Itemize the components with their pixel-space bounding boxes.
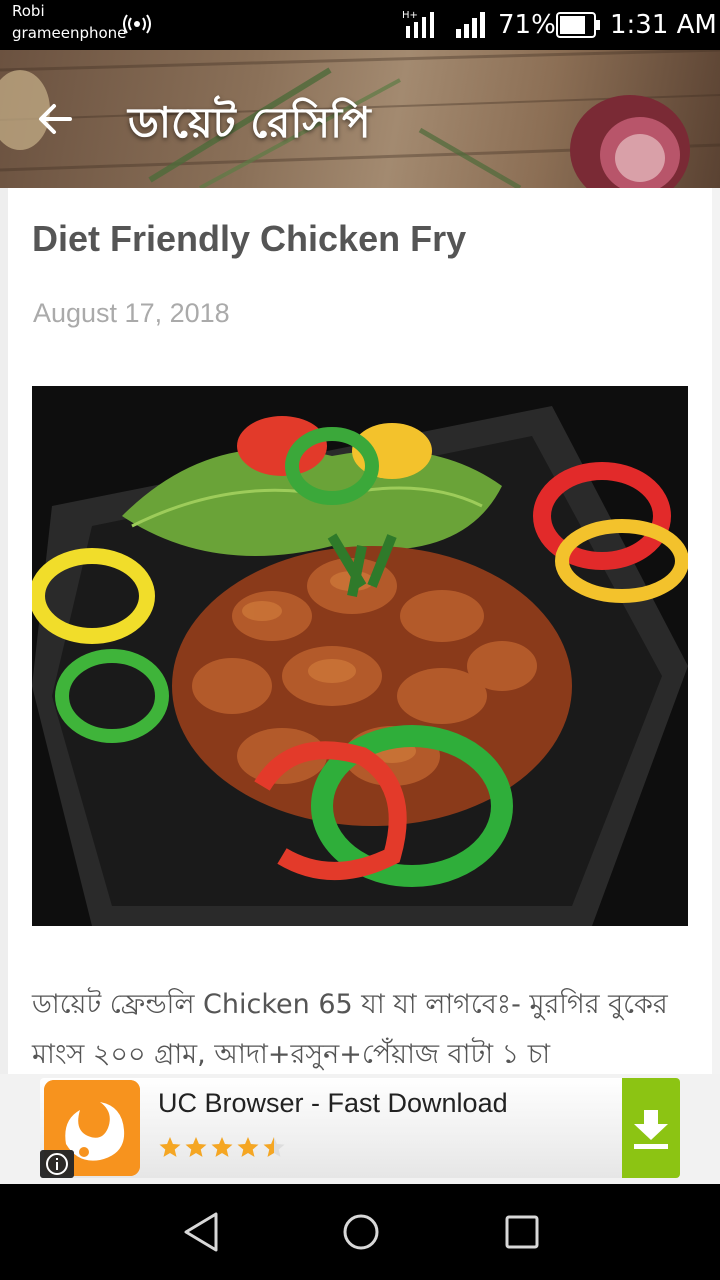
ad-title[interactable]: UC Browser - Fast Download xyxy=(158,1088,508,1119)
star-icon xyxy=(159,1137,181,1157)
left-edge xyxy=(0,188,8,1074)
post-body-text: ডায়েট ফ্রেন্ডলি Chicken 65 যা যা লাগবেঃ… xyxy=(32,989,668,1070)
post-content[interactable]: Diet Friendly Chicken Fry August 17, 201… xyxy=(0,188,720,1074)
back-arrow-icon[interactable] xyxy=(30,94,80,144)
download-icon xyxy=(634,1110,668,1149)
chicken-fry-photo[interactable] xyxy=(32,386,688,926)
system-nav-bar xyxy=(0,1184,720,1280)
star-icon xyxy=(185,1137,207,1157)
star-icon xyxy=(237,1137,259,1157)
ad-banner[interactable]: UC Browser - Fast Download xyxy=(0,1074,720,1184)
status-bar: Robi grameenphone H+ 71% 1:31 AM xyxy=(0,0,720,50)
battery-icon xyxy=(556,12,600,38)
circle-home-icon[interactable] xyxy=(340,1210,382,1254)
post-title: Diet Friendly Chicken Fry xyxy=(32,218,467,259)
info-icon[interactable] xyxy=(40,1150,74,1178)
photo-illustration xyxy=(32,386,688,926)
hotspot-icon xyxy=(123,14,151,34)
battery-percent: 71% xyxy=(498,10,556,40)
star-icon xyxy=(211,1137,233,1157)
download-button[interactable] xyxy=(622,1078,680,1178)
clock: 1:31 AM xyxy=(610,10,717,40)
post-date: August 17, 2018 xyxy=(33,298,230,328)
rating-stars xyxy=(159,1137,285,1157)
carrier-name: Robi xyxy=(12,2,45,20)
toolbar: ডায়েট রেসিপি xyxy=(0,50,720,188)
operator-name: grameenphone xyxy=(12,24,127,42)
signal-strength-2-icon xyxy=(456,12,485,38)
signal-strength-icon: H+ xyxy=(402,10,434,38)
triangle-back-icon[interactable] xyxy=(180,1210,222,1254)
ad-card[interactable]: UC Browser - Fast Download xyxy=(40,1078,680,1178)
square-recents-icon[interactable] xyxy=(502,1210,542,1254)
page-title: ডায়েট রেসিপি xyxy=(128,98,371,147)
network-type-label: H+ xyxy=(402,10,418,21)
right-edge xyxy=(712,188,720,1074)
